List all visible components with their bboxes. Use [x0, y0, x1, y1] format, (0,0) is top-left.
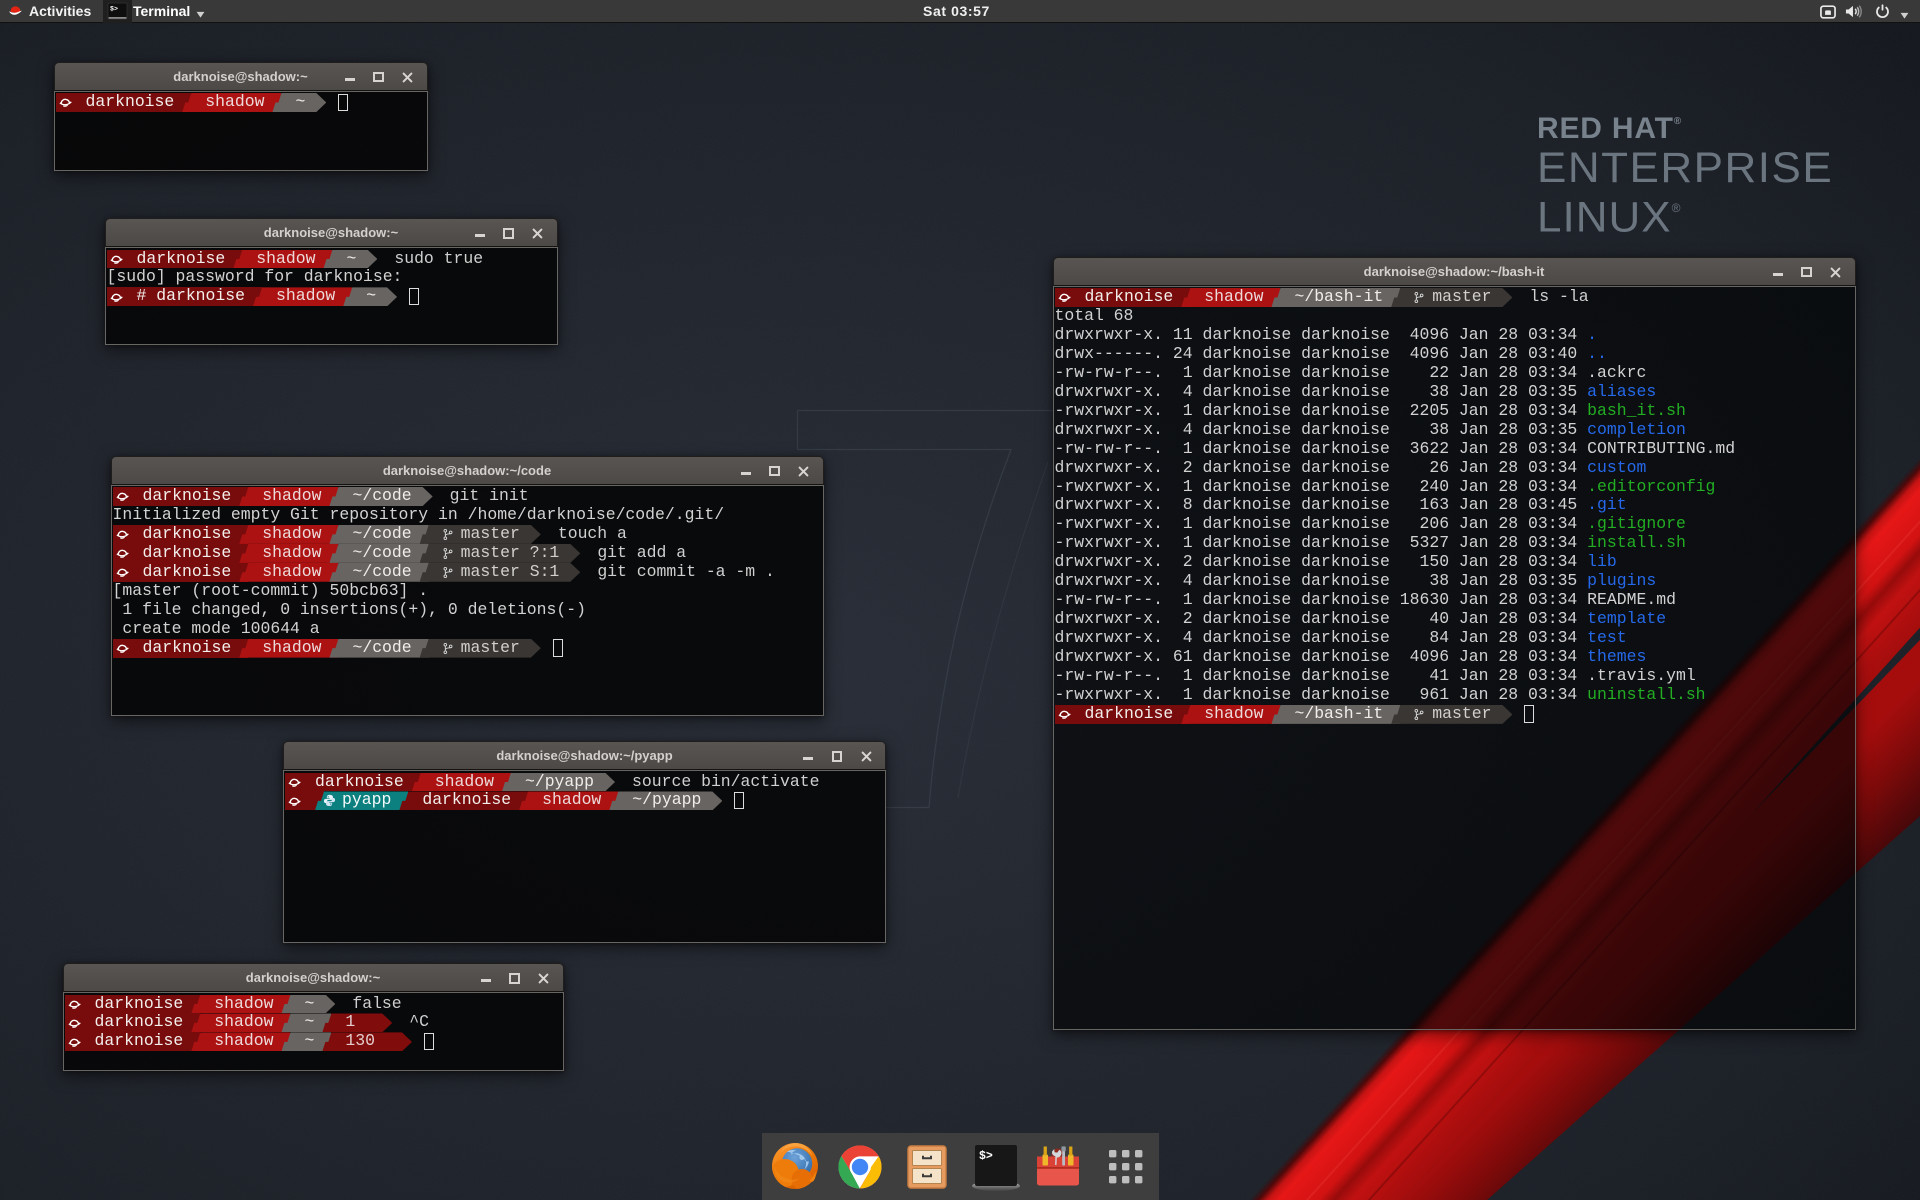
svg-text:$>: $>: [979, 1150, 993, 1163]
svg-text:$>: $>: [110, 6, 118, 13]
